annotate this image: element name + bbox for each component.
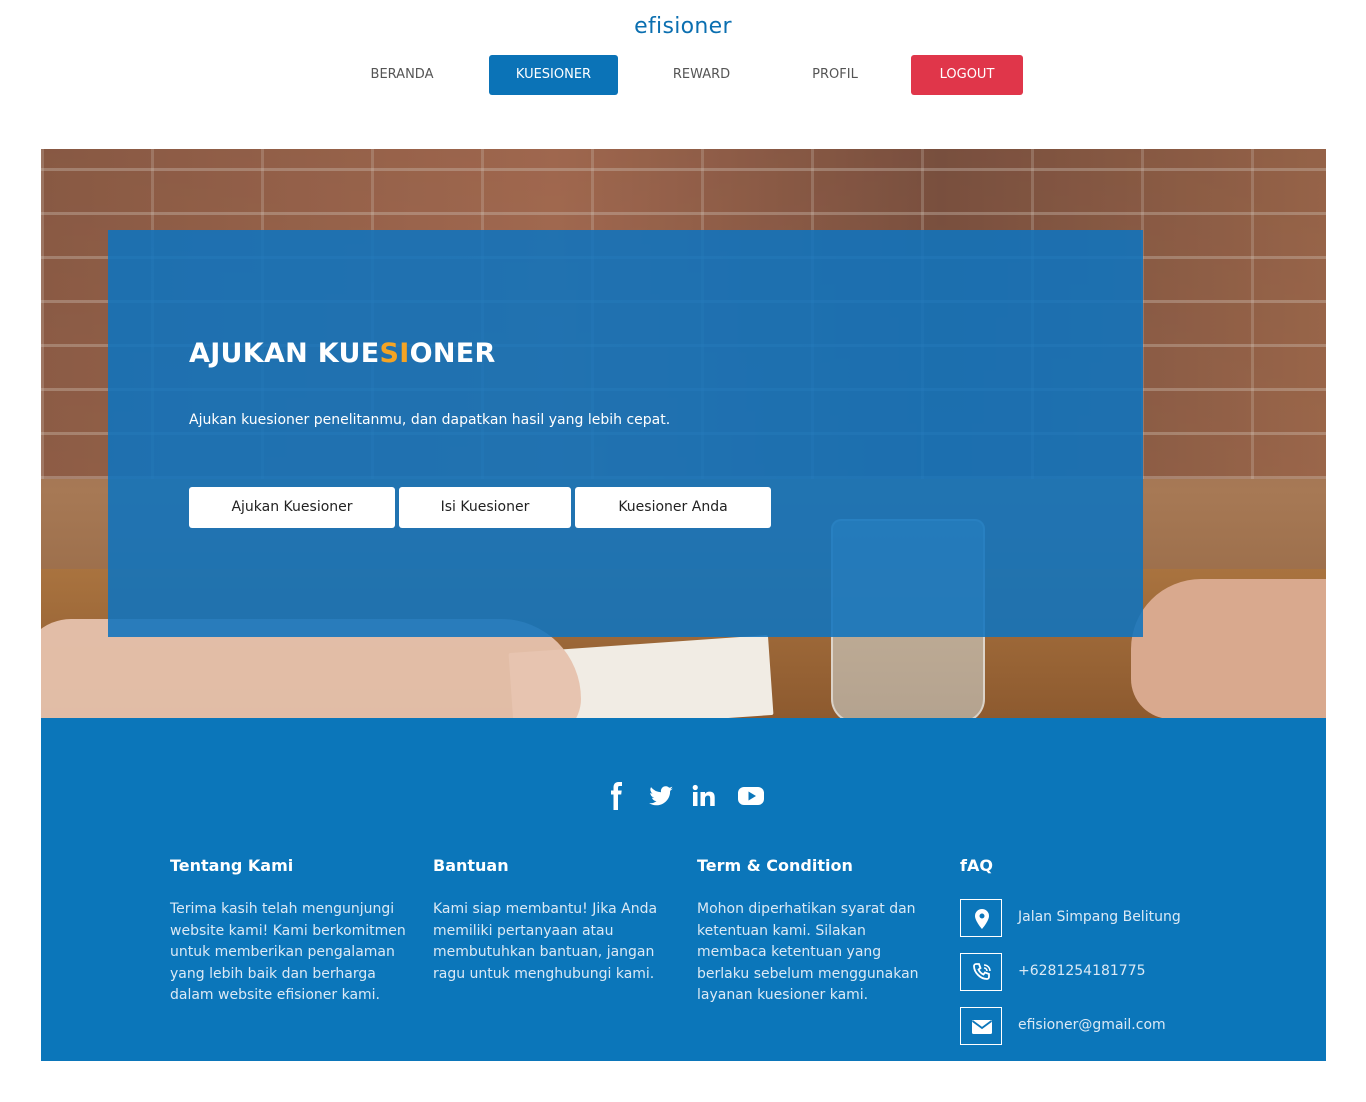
footer-about-text: Terima kasih telah mengunjungi website k… — [170, 901, 406, 1004]
nav-beranda[interactable]: BERANDA — [343, 55, 461, 95]
phone-icon — [960, 953, 1002, 991]
hero-banner: AJUKAN KUESIONER Ajukan kuesioner peneli… — [41, 149, 1326, 718]
contact-address: Jalan Simpang Belitung — [960, 899, 1280, 941]
contact-email-text[interactable]: efisioner@gmail.com — [1018, 1017, 1166, 1033]
footer-help-text: Kami siap membantu! Jika Anda memiliki p… — [433, 901, 658, 982]
logout-button[interactable]: LOGOUT — [911, 55, 1023, 95]
email-icon — [960, 1007, 1002, 1045]
footer-help-title: Bantuan — [433, 856, 509, 875]
linkedin-icon[interactable] — [689, 782, 721, 810]
hero-title: AJUKAN KUESIONER — [189, 338, 496, 369]
location-icon — [960, 899, 1002, 937]
ajukan-kuesioner-button[interactable]: Ajukan Kuesioner — [189, 487, 395, 528]
youtube-icon[interactable] — [735, 782, 767, 810]
kuesioner-anda-button[interactable]: Kuesioner Anda — [575, 487, 771, 528]
contact-address-text: Jalan Simpang Belitung — [1018, 909, 1181, 925]
hero-description: Ajukan kuesioner penelitanmu, dan dapatk… — [189, 412, 671, 428]
contact-phone-text: +6281254181775 — [1018, 963, 1146, 979]
hero-background-hand-right — [1131, 579, 1326, 718]
footer-faq-title: fAQ — [960, 856, 993, 875]
site-logo[interactable]: efisioner — [0, 14, 1366, 39]
footer: Tentang Kami Terima kasih telah mengunju… — [41, 718, 1326, 1061]
nav-profil[interactable]: PROFIL — [783, 55, 887, 95]
facebook-icon[interactable] — [601, 782, 633, 810]
main-nav: BERANDA KUESIONER REWARD PROFIL LOGOUT — [0, 55, 1366, 95]
contact-phone: +6281254181775 — [960, 953, 1280, 995]
isi-kuesioner-button[interactable]: Isi Kuesioner — [399, 487, 571, 528]
footer-terms-title: Term & Condition — [697, 856, 853, 875]
hero-panel: AJUKAN KUESIONER Ajukan kuesioner peneli… — [108, 230, 1143, 637]
social-links — [41, 782, 1326, 810]
footer-terms-text: Mohon diperhatikan syarat dan ketentuan … — [697, 901, 919, 1004]
contact-email: efisioner@gmail.com — [960, 1007, 1280, 1049]
footer-about-title: Tentang Kami — [170, 856, 294, 875]
nav-reward[interactable]: REWARD — [645, 55, 758, 95]
twitter-icon[interactable] — [645, 782, 677, 810]
nav-kuesioner[interactable]: KUESIONER — [489, 55, 618, 95]
hero-title-highlight: SI — [379, 338, 410, 369]
